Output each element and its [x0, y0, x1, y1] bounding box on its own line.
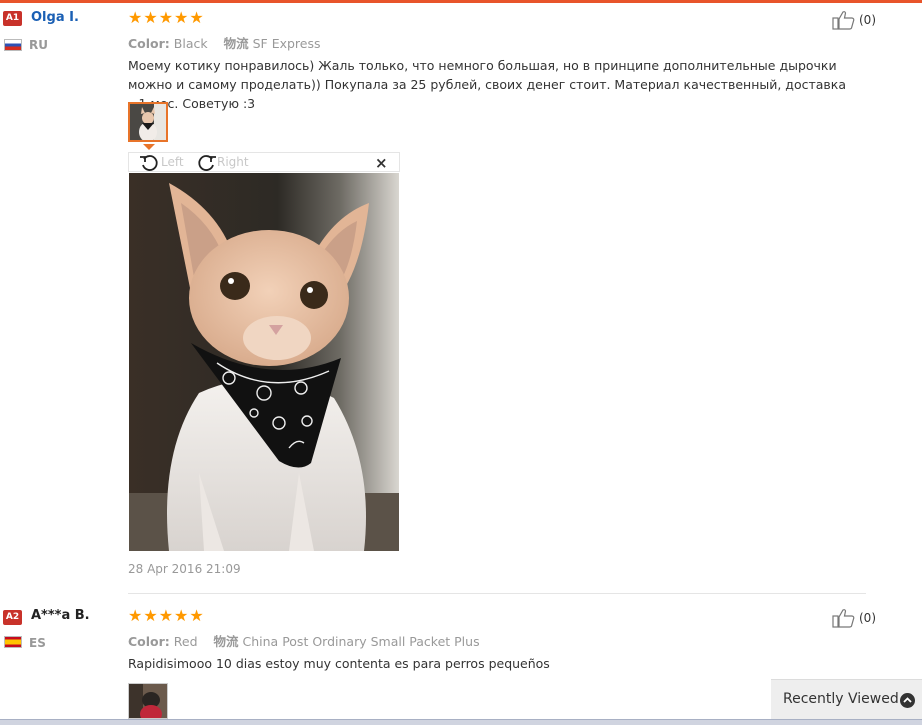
color-value: Black — [173, 36, 208, 51]
reviewer-level-badge: A2 — [3, 610, 22, 625]
rotate-right-icon — [198, 155, 216, 171]
star-rating: ★★★★★ — [128, 8, 205, 27]
review-photo-thumbnail[interactable] — [128, 683, 168, 719]
color-label: Color: — [128, 36, 170, 51]
helpful-count: (0) — [859, 611, 876, 625]
dog-thumbnail-image — [129, 684, 167, 718]
review-item-1: A1 Olga I. RU ★★★★★ Color: Black 物流 SF E… — [0, 0, 922, 590]
sphynx-cat-bandana-photo — [129, 173, 399, 551]
color-label: Color: — [128, 634, 170, 649]
helpful-button[interactable]: (0) — [832, 10, 892, 30]
rotate-left-icon — [140, 155, 158, 171]
review-photo-large[interactable] — [129, 173, 399, 551]
review-text: Rapidisimooo 10 dias estoy muy contenta … — [128, 656, 550, 671]
thumbs-up-icon — [832, 609, 855, 628]
shipping-label: 物流 — [213, 634, 239, 649]
reviewer-name[interactable]: A***a B. — [31, 608, 90, 623]
review-meta: Color: Black 物流 SF Express — [128, 33, 321, 52]
cat-thumbnail-image — [130, 104, 166, 140]
shipping-label: 物流 — [223, 36, 249, 51]
rotate-right-label: Right — [217, 155, 249, 169]
active-thumbnail-arrow — [143, 144, 155, 150]
star-rating: ★★★★★ — [128, 606, 205, 625]
reviewer-country: ES — [29, 636, 46, 650]
shipping-value: China Post Ordinary Small Packet Plus — [242, 634, 480, 649]
review-divider — [128, 593, 866, 594]
review-date: 28 Apr 2016 21:09 — [128, 562, 241, 576]
russia-flag-icon — [4, 39, 22, 51]
recently-viewed-button[interactable]: Recently Viewed — [771, 679, 922, 719]
chevron-up-icon — [900, 693, 915, 708]
helpful-count: (0) — [859, 13, 876, 27]
reviewer-name[interactable]: Olga I. — [31, 10, 79, 25]
spain-flag-icon — [4, 636, 22, 648]
reviewer-level-badge: A1 — [3, 11, 22, 26]
review-meta: Color: Red 物流 China Post Ordinary Small … — [128, 631, 480, 650]
recently-viewed-label: Recently Viewed — [783, 691, 899, 707]
color-value: Red — [173, 634, 198, 649]
thumbs-up-icon — [832, 11, 855, 30]
reviewer-country: RU — [29, 38, 48, 52]
helpful-button[interactable]: (0) — [832, 608, 892, 628]
review-photo-thumbnail[interactable] — [128, 102, 168, 142]
window-bottom-edge — [0, 719, 922, 725]
rotate-left-label: Left — [161, 155, 184, 169]
review-text: Моему котику понравилось) Жаль только, ч… — [128, 58, 846, 111]
close-viewer-button[interactable]: × — [375, 154, 388, 172]
shipping-value: SF Express — [252, 36, 321, 51]
image-viewer-toolbar: Left Right × — [128, 152, 400, 172]
